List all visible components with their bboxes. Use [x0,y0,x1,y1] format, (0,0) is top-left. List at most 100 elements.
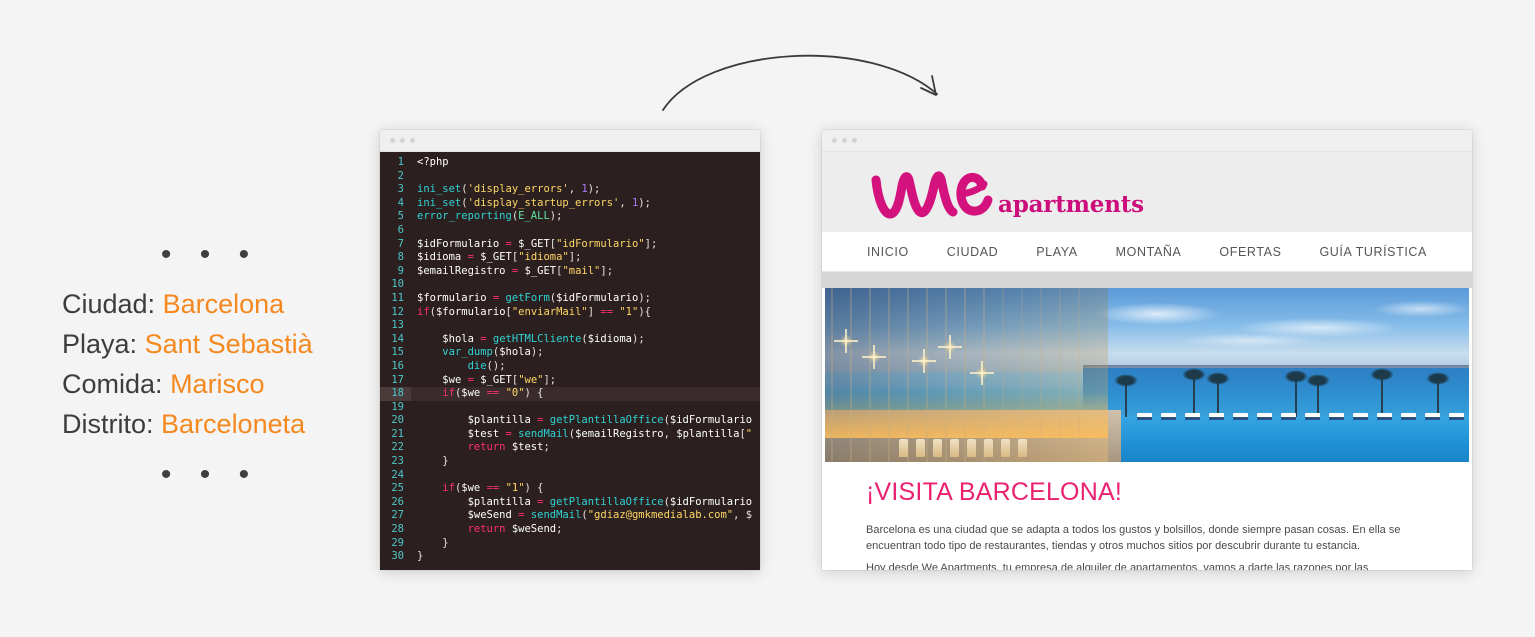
hero-palm-tree [1114,373,1138,417]
code-line[interactable]: 29 } [380,537,760,551]
code-line[interactable]: 4 ini_set('display_startup_errors', 1); [380,197,760,211]
code-line-text: ini_set('display_errors', 1); [417,183,601,196]
code-line-text: error_reporting(E_ALL); [417,210,563,223]
variable-value: Sant Sebastià [144,329,313,359]
code-line[interactable]: 16 die(); [380,360,760,374]
brand-logo[interactable]: apartments [864,156,1144,228]
line-number: 16 [391,359,404,372]
code-line[interactable]: 5 error_reporting(E_ALL); [380,210,760,224]
line-number: 27 [391,509,404,522]
code-editor-content[interactable]: 1 <?php 2 3 ini_set('display_errors', 1); 4 in… [380,152,760,570]
code-line[interactable]: 7 $idFormulario = $_GET["idFormulario"]; [380,238,760,252]
hero-palm-tree [1426,371,1450,417]
website-preview-window[interactable]: apartments INICIO CIUDAD PLAYA MONTAÑA O… [822,130,1472,570]
code-line-text: $test = sendMail($emailRegistro, $planti… [467,427,753,440]
line-number: 30 [391,550,404,563]
code-line[interactable]: 2 [380,170,760,184]
line-number: 7 [397,237,404,250]
code-line[interactable]: 24 [380,469,760,483]
code-line-text: } [417,536,449,549]
code-line[interactable]: 22 return $test; [380,441,760,455]
close-icon[interactable] [832,138,837,143]
hero-palm-tree [1206,371,1230,417]
maximize-icon[interactable] [852,138,857,143]
code-line[interactable]: 15 var_dump($hola); [380,346,760,360]
code-line[interactable]: 9 $emailRegistro = $_GET["mail"]; [380,265,760,279]
minimize-icon[interactable] [400,138,405,143]
close-icon[interactable] [390,138,395,143]
code-line[interactable]: 14 $hola = getHTMLCliente($idioma); [380,333,760,347]
code-line[interactable]: 6 [380,224,760,238]
hero-bar-stool [1001,438,1010,457]
nav-item-montana[interactable]: MONTAÑA [1097,245,1201,259]
hero-light-flare [970,361,994,385]
variables-panel: • • • Ciudad: Barcelona Playa: Sant Seba… [0,240,360,490]
hero-beam [1002,288,1004,462]
nav-item-playa[interactable]: PLAYA [1017,245,1096,259]
code-line[interactable]: 28 return $weSend; [380,523,760,537]
variable-label: Distrito: [62,409,154,439]
code-line-text: $we = $_GET["we"]; [442,373,557,386]
code-line[interactable]: 26 $plantilla = getPlantillaOffice($idFo… [380,496,760,510]
code-line[interactable]: 27 $weSend = sendMail("gdiaz@gmkmedialab… [380,509,760,523]
code-line[interactable]: 17 $we = $_GET["we"]; [380,374,760,388]
hero-light-flare [862,345,886,369]
hero-beam [907,288,909,462]
page-title: ¡VISITA BARCELONA! [866,478,1122,506]
code-line-text: $idioma = $_GET["idioma"]; [417,251,582,264]
code-line[interactable]: 25 if($we == "1") { [380,482,760,496]
code-line-text: $formulario = getForm($idFormulario); [417,291,651,304]
code-line-text: if($we == "0") { [442,387,544,400]
code-line[interactable]: 30} [380,550,760,564]
line-number: 9 [397,264,404,277]
hero-lounger [1233,413,1248,421]
code-line[interactable]: 8 $idioma = $_GET["idioma"]; [380,251,760,265]
code-line[interactable]: 10 [380,278,760,292]
hero-lounger [1209,413,1224,421]
article-paragraph: Hoy desde We Apartments, tu empresa de a… [866,562,1369,570]
code-line[interactable]: 12 if($formulario["enviarMail"] == "1"){ [380,306,760,320]
code-editor-window[interactable]: 1 <?php 2 3 ini_set('display_errors', 1); 4 in… [380,130,760,570]
we-script-logo-icon [871,171,993,219]
nav-item-ofertas[interactable]: OFERTAS [1200,245,1300,259]
line-number: 10 [391,278,404,291]
hero-lounger [1425,413,1440,421]
hero-beam [1078,288,1080,462]
code-line[interactable]: 11 $formulario = getForm($idFormulario); [380,292,760,306]
hero-bar-stool [950,438,959,457]
code-line[interactable]: 13 [380,319,760,333]
code-line-text: $idFormulario = $_GET["idFormulario"]; [417,237,658,250]
ellipsis-top: • • • [160,238,260,271]
code-line-text: return $weSend; [467,523,563,536]
code-line[interactable]: 19 [380,401,760,415]
code-line[interactable]: 23 } [380,455,760,469]
nav-divider [822,272,1472,288]
hero-beam [1021,288,1023,462]
code-line[interactable]: 3 ini_set('display_errors', 1); [380,183,760,197]
code-window-titlebar [380,130,760,152]
code-line[interactable]: 20 $plantilla = getPlantillaOffice($idFo… [380,414,760,428]
nav-item-guia-turistica[interactable]: GUÍA TURÍSTICA [1301,245,1446,259]
variable-value: Marisco [170,369,265,399]
hero-lounger [1329,413,1344,421]
maximize-icon[interactable] [410,138,415,143]
code-line-text: ini_set('display_startup_errors', 1); [417,196,651,209]
site-header: apartments [822,152,1472,232]
nav-item-ciudad[interactable]: CIUDAD [928,245,1018,259]
minimize-icon[interactable] [842,138,847,143]
code-line-text: $plantilla = getPlantillaOffice($idFormu… [467,414,753,427]
site-navigation[interactable]: INICIO CIUDAD PLAYA MONTAÑA OFERTAS GUÍA… [822,232,1472,272]
code-line[interactable]: 21 $test = sendMail($emailRegistro, $pla… [380,428,760,442]
hero-bar-stool [984,438,993,457]
hero-bar-stool [933,438,942,457]
line-number: 14 [391,332,404,345]
nav-item-inicio[interactable]: INICIO [848,245,928,259]
code-line-text: return $test; [467,441,550,454]
code-line-text: die(); [467,359,506,372]
list-item: Distrito: Barceloneta [62,404,360,444]
site-window-titlebar [822,130,1472,152]
code-line[interactable]: 1 <?php [380,156,760,170]
code-line[interactable]: 18 if($we == "0") { [380,387,760,401]
curved-arrow-icon [662,54,938,111]
hero-beam [888,288,890,462]
